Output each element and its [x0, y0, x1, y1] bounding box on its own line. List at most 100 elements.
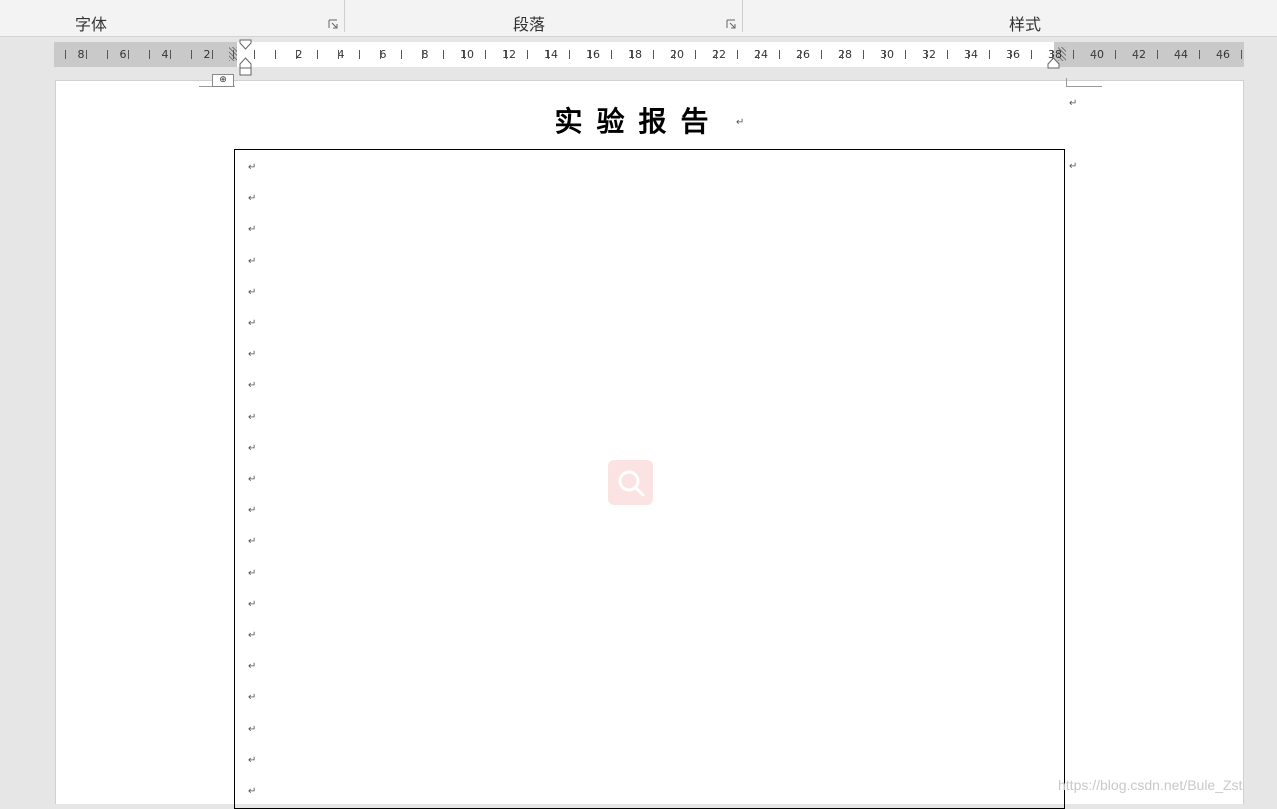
- ruler-tick: [968, 50, 969, 59]
- ruler-tick: [842, 50, 843, 59]
- ruler-tick: [485, 50, 486, 59]
- ruler-tick: [380, 50, 381, 59]
- paragraph-mark: ↵: [248, 286, 257, 298]
- ruler-tick: [1136, 50, 1137, 59]
- font-group: 字体: [0, 0, 344, 34]
- crop-mark: [1066, 86, 1102, 87]
- ruler-number: 6: [119, 48, 127, 61]
- ruler-tick: [212, 50, 213, 59]
- ruler-tick: [275, 50, 276, 59]
- ruler-tick: [296, 50, 297, 59]
- ruler-tick: [1157, 50, 1158, 59]
- ruler-tick: [1241, 50, 1242, 59]
- ruler-number: 18: [628, 48, 642, 61]
- paragraph-dialog-launcher-icon[interactable]: [726, 19, 736, 29]
- paragraph-mark: ↵: [248, 567, 257, 579]
- paragraph-group-label: 段落: [513, 15, 546, 34]
- ruler-tick: [674, 50, 675, 59]
- paragraph-mark: ↵: [248, 224, 257, 236]
- ruler-tick: [233, 50, 234, 59]
- search-icon: [608, 460, 653, 505]
- paragraph-mark: ↵: [248, 661, 257, 673]
- paragraph-mark: ↵: [248, 442, 257, 454]
- ruler-number: 12: [502, 48, 516, 61]
- ruler-number: 20: [670, 48, 684, 61]
- ruler-tick: [170, 50, 171, 59]
- ruler-number: 42: [1132, 48, 1146, 61]
- paragraph-mark: ↵: [248, 193, 257, 205]
- ruler-tick: [1199, 50, 1200, 59]
- ruler-tick: [590, 50, 591, 59]
- ruler-number: 40: [1090, 48, 1104, 61]
- ruler-tick: [737, 50, 738, 59]
- paragraph-mark: ↵: [1069, 98, 1078, 109]
- paragraph-mark: ↵: [248, 318, 257, 329]
- paragraph-mark: ↵: [248, 349, 257, 361]
- ruler-tick: [128, 50, 129, 59]
- paragraph-mark: ↵: [736, 117, 745, 128]
- ruler-tick: [989, 50, 990, 59]
- ruler-tick: [905, 50, 906, 59]
- ruler-number: 14: [544, 48, 558, 61]
- ruler-tick: [464, 50, 465, 59]
- ruler-tick: [254, 50, 255, 59]
- ruler-tick: [506, 50, 507, 59]
- ruler-tick: [443, 50, 444, 59]
- ruler-tick: [716, 50, 717, 59]
- ruler-tick: [86, 50, 87, 59]
- ruler-number: 16: [586, 48, 600, 61]
- ruler-number: 32: [922, 48, 936, 61]
- table-move-handle-icon[interactable]: ⊕: [212, 74, 234, 87]
- ruler-tick: [947, 50, 948, 59]
- font-group-label: 字体: [75, 15, 108, 34]
- ruler-tick: [653, 50, 654, 59]
- document-title[interactable]: 实验报告: [0, 100, 1277, 140]
- paragraph-mark: ↵: [248, 723, 257, 735]
- ruler-tick: [758, 50, 759, 59]
- paragraph-mark: ↵: [248, 786, 257, 797]
- watermark-url: https://blog.csdn.net/Bule_Zst: [1058, 777, 1243, 793]
- crop-mark: [1066, 78, 1067, 87]
- ruler-tick: [821, 50, 822, 59]
- ruler-tick: [779, 50, 780, 59]
- ribbon-group-bar: 字体 段落 样式: [0, 0, 1277, 37]
- ruler-number: 8: [77, 48, 85, 61]
- paragraph-mark: ↵: [248, 630, 257, 641]
- paragraph-mark: ↵: [248, 474, 257, 485]
- ruler-number: 36: [1006, 48, 1020, 61]
- ruler-tick: [632, 50, 633, 59]
- ruler-tick: [359, 50, 360, 59]
- ruler-tick: [149, 50, 150, 59]
- paragraph-mark: ↵: [248, 505, 257, 517]
- ruler-tick: [863, 50, 864, 59]
- ruler-tick: [1220, 50, 1221, 59]
- ruler-number: 10: [460, 48, 474, 61]
- ruler-tick: [401, 50, 402, 59]
- ruler-number: 26: [796, 48, 810, 61]
- first-line-indent-icon[interactable]: [239, 39, 252, 51]
- ruler-tick: [884, 50, 885, 59]
- paragraph-mark: ↵: [248, 536, 257, 548]
- ruler-number: 30: [880, 48, 894, 61]
- ruler-tick: [527, 50, 528, 59]
- paragraph-mark: ↵: [248, 692, 257, 704]
- ruler-tick: [1010, 50, 1011, 59]
- ruler-number: 28: [838, 48, 852, 61]
- paragraph-mark: ↵: [248, 162, 257, 173]
- font-dialog-launcher-icon[interactable]: [328, 19, 338, 29]
- ruler-number: 24: [754, 48, 768, 61]
- ruler-tick: [926, 50, 927, 59]
- ruler-tick: [191, 50, 192, 59]
- right-indent-icon[interactable]: [1047, 57, 1060, 69]
- ruler-number: 44: [1174, 48, 1188, 61]
- ruler-tick: [65, 50, 66, 59]
- hanging-indent-icon[interactable]: [239, 57, 252, 76]
- ruler-number: 22: [712, 48, 726, 61]
- paragraph-mark: ↵: [248, 380, 257, 392]
- ruler-tick: [695, 50, 696, 59]
- ruler-tick: [548, 50, 549, 59]
- ruler-tick: [1115, 50, 1116, 59]
- ruler-tick: [1073, 50, 1074, 59]
- horizontal-ruler[interactable]: 8 6 4 2 2 4 6 8 10 12 14 16 18 20 22 24 26 28 30 32 34 36 38 40…: [54, 42, 1244, 67]
- paragraph-mark: ↵: [248, 255, 257, 267]
